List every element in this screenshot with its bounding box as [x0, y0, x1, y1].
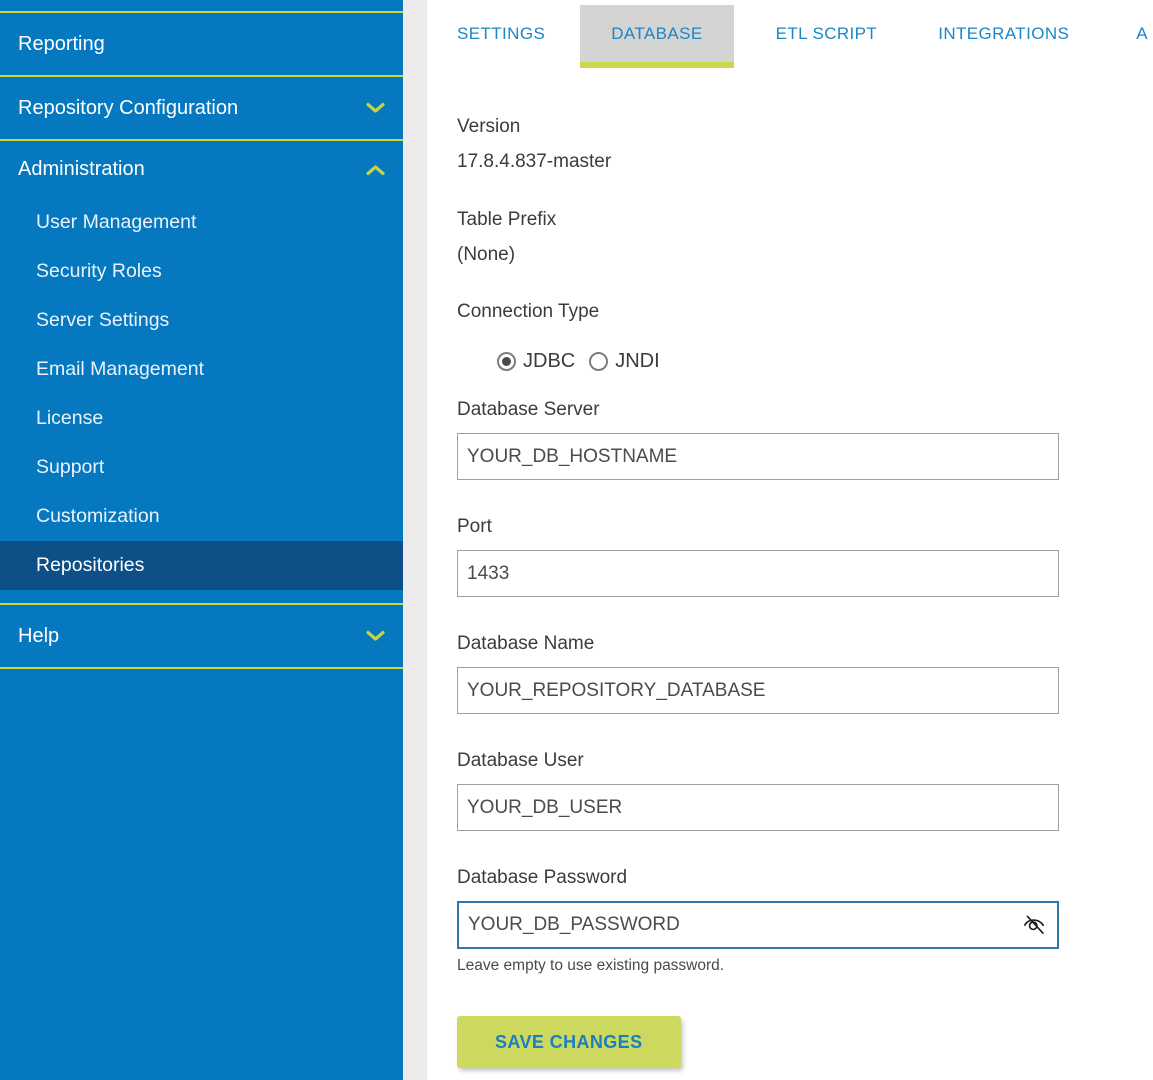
tab-database[interactable]: DATABASE — [580, 5, 733, 68]
sidebar-subitem-label: License — [36, 407, 103, 430]
version-label: Version — [457, 114, 1059, 140]
sidebar-item-customization[interactable]: Customization — [0, 492, 403, 541]
save-changes-button[interactable]: SAVE CHANGES — [457, 1016, 681, 1068]
database-server-input[interactable] — [457, 433, 1059, 480]
jndi-radio[interactable] — [589, 352, 608, 371]
main-content: SETTINGS DATABASE ETL SCRIPT INTEGRATION… — [427, 0, 1153, 1080]
sidebar-item-server-settings[interactable]: Server Settings — [0, 296, 403, 345]
sidebar-item-repository-configuration[interactable]: Repository Configuration — [0, 77, 403, 141]
sidebar-item-security-roles[interactable]: Security Roles — [0, 247, 403, 296]
tab-bar: SETTINGS DATABASE ETL SCRIPT INTEGRATION… — [427, 0, 1153, 68]
sidebar-item-license[interactable]: License — [0, 394, 403, 443]
sidebar-subitem-label: Customization — [36, 505, 160, 528]
jndi-radio-label[interactable]: JNDI — [615, 350, 659, 373]
version-value: 17.8.4.837-master — [457, 149, 1059, 175]
sidebar-subitem-label: Support — [36, 456, 104, 479]
password-helper-text: Leave empty to use existing password. — [457, 956, 1059, 976]
sidebar-top-partial-row — [0, 0, 403, 13]
sidebar-subitem-label: User Management — [36, 211, 196, 234]
port-input[interactable] — [457, 550, 1059, 597]
sidebar-item-user-management[interactable]: User Management — [0, 198, 403, 247]
sidebar: Reporting Repository Configuration Admin… — [0, 0, 403, 1080]
sidebar-group-administration: Administration User Management Security … — [0, 141, 403, 605]
database-password-field — [457, 901, 1059, 949]
sidebar-item-email-management[interactable]: Email Management — [0, 345, 403, 394]
sidebar-subitem-label: Repositories — [36, 554, 144, 577]
sidebar-item-label: Administration — [18, 158, 145, 181]
connection-type-radio-group: JDBC JNDI — [457, 350, 1059, 373]
database-user-label: Database User — [457, 748, 1059, 774]
tab-partial[interactable]: A — [1136, 5, 1148, 62]
table-prefix-label: Table Prefix — [457, 207, 1059, 233]
chevron-down-icon — [366, 625, 385, 648]
sidebar-item-help[interactable]: Help — [0, 605, 403, 669]
database-settings-form: Version 17.8.4.837-master Table Prefix (… — [457, 68, 1059, 1068]
chevron-down-icon — [366, 97, 385, 120]
scrollbar-gutter[interactable] — [403, 0, 427, 1080]
sidebar-item-reporting[interactable]: Reporting — [0, 13, 403, 77]
sidebar-subitem-label: Email Management — [36, 358, 204, 381]
database-name-label: Database Name — [457, 631, 1059, 657]
database-server-label: Database Server — [457, 397, 1059, 423]
jdbc-radio-label[interactable]: JDBC — [523, 350, 575, 373]
tab-integrations[interactable]: INTEGRATIONS — [938, 5, 1069, 62]
toggle-password-visibility-button[interactable] — [1017, 908, 1051, 942]
sidebar-item-support[interactable]: Support — [0, 443, 403, 492]
port-label: Port — [457, 514, 1059, 540]
sidebar-item-repositories[interactable]: Repositories — [0, 541, 403, 590]
connection-type-label: Connection Type — [457, 299, 1059, 325]
sidebar-item-administration[interactable]: Administration — [0, 141, 403, 198]
tab-etl-script[interactable]: ETL SCRIPT — [776, 5, 878, 62]
database-password-input[interactable] — [457, 901, 1059, 949]
tab-settings[interactable]: SETTINGS — [457, 5, 545, 62]
database-password-label: Database Password — [457, 865, 1059, 891]
sidebar-item-label: Repository Configuration — [18, 97, 238, 120]
sidebar-item-label: Reporting — [18, 33, 105, 56]
table-prefix-value: (None) — [457, 242, 1059, 268]
database-user-input[interactable] — [457, 784, 1059, 831]
database-name-input[interactable] — [457, 667, 1059, 714]
sidebar-subitem-label: Security Roles — [36, 260, 162, 283]
sidebar-spacer — [0, 590, 403, 603]
sidebar-item-label: Help — [18, 625, 59, 648]
sidebar-subitem-label: Server Settings — [36, 309, 169, 332]
eye-off-icon — [1021, 911, 1047, 940]
jdbc-radio[interactable] — [497, 352, 516, 371]
chevron-up-icon — [366, 158, 385, 181]
